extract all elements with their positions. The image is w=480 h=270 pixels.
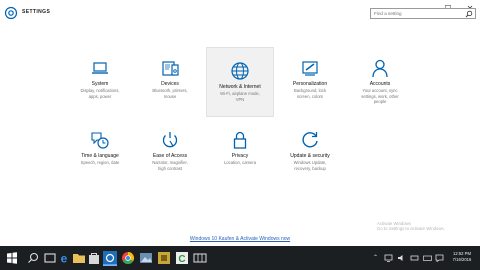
tile-update-security-label: Update & security: [290, 153, 330, 159]
tile-devices[interactable]: Devices Bluetooth, printers, mouse: [138, 58, 202, 128]
globe-icon: [231, 62, 249, 80]
devices-icon: [162, 61, 179, 76]
search-input[interactable]: Find a setting: [370, 8, 476, 19]
tile-devices-desc: Bluetooth, printers, mouse: [152, 88, 188, 99]
tile-ease-of-access[interactable]: Ease of Access Narrator, magnifier, high…: [138, 130, 202, 200]
battery-tray-icon[interactable]: [410, 254, 419, 262]
app-icon-photos[interactable]: [138, 250, 154, 266]
app-icon-green[interactable]: C: [174, 250, 190, 266]
clock-date: 7/16/2016: [452, 257, 472, 262]
svg-text:e: e: [61, 252, 68, 266]
search-icon[interactable]: [465, 10, 473, 18]
volume-tray-icon[interactable]: [397, 254, 406, 262]
tile-privacy-desc: Location, camera: [223, 160, 257, 165]
edge-icon[interactable]: e: [56, 250, 72, 266]
laptop-icon: [92, 62, 108, 74]
tile-personalization-desc: Background, lock screen, colors: [293, 88, 327, 99]
start-button[interactable]: [4, 250, 20, 266]
tile-network-desc: Wi-Fi, airplane mode, VPN: [220, 91, 260, 102]
activation-watermark: Activate Windows Go to Settings to activ…: [377, 221, 457, 232]
tile-update-security-desc: Windows Update, recovery, backup: [293, 160, 327, 171]
app-icon-film[interactable]: [192, 250, 208, 266]
search-placeholder: Find a setting: [374, 11, 402, 16]
tile-ease-of-access-label: Ease of Access: [152, 153, 188, 159]
tile-accounts[interactable]: Accounts Your account, sync settings, wo…: [348, 58, 412, 128]
search-taskbar-icon[interactable]: [25, 250, 41, 266]
tile-devices-label: Devices: [161, 81, 179, 87]
action-center-icon[interactable]: [435, 254, 444, 262]
lock-icon: [233, 131, 247, 149]
window-title: SETTINGS: [22, 9, 51, 15]
app-icon-yellow[interactable]: [156, 250, 172, 266]
person-icon: [372, 59, 388, 78]
file-explorer-icon[interactable]: [71, 250, 87, 266]
tile-personalization[interactable]: Personalization Background, lock screen,…: [278, 58, 342, 128]
paintbrush-icon: [302, 61, 318, 76]
refresh-icon: [302, 132, 318, 148]
chevron-up-icon[interactable]: ⌃: [373, 254, 378, 262]
tile-time-language[interactable]: Time & language Speech, region, date: [68, 130, 132, 200]
keyboard-tray-icon[interactable]: [423, 254, 432, 262]
tile-network[interactable]: Network & Internet Wi-Fi, airplane mode,…: [206, 47, 274, 117]
tile-privacy[interactable]: Privacy Location, camera: [208, 130, 272, 200]
store-icon[interactable]: [86, 250, 102, 266]
time-language-icon: [91, 132, 109, 149]
svg-text:C: C: [178, 254, 185, 265]
tile-privacy-label: Privacy: [231, 153, 249, 159]
tile-personalization-label: Personalization: [292, 81, 328, 87]
watermark-line2: Go to Settings to activate Windows.: [377, 226, 445, 232]
settings-window: SETTINGS — ☐ ✕ Find a setting System Dis…: [0, 0, 480, 246]
settings-taskbar-icon[interactable]: [102, 250, 118, 266]
tile-system[interactable]: System Display, notifications, apps, pow…: [68, 58, 132, 128]
settings-gear-icon: [4, 6, 18, 20]
tile-network-label: Network & Internet: [219, 84, 261, 90]
network-tray-icon[interactable]: [384, 254, 393, 262]
tile-accounts-desc: Your account, sync settings, work, other…: [361, 88, 399, 105]
tile-accounts-label: Accounts: [369, 81, 391, 87]
activate-windows-link[interactable]: Windows 10 Kaufen & Activate Windows now: [0, 236, 480, 242]
chrome-icon[interactable]: [120, 250, 136, 266]
ease-of-access-icon: [162, 132, 178, 148]
tile-ease-of-access-desc: Narrator, magnifier, high contrast: [152, 160, 188, 171]
tile-time-language-desc: Speech, region, date: [80, 160, 120, 165]
tile-system-desc: Display, notifications, apps, power: [80, 88, 120, 99]
tile-time-language-label: Time & language: [81, 153, 119, 159]
tile-system-label: System: [91, 81, 109, 87]
taskbar: e C ⌃ 12:52 PM 7/16/2016: [0, 246, 480, 270]
taskbar-clock[interactable]: 12:52 PM 7/16/2016: [445, 251, 479, 263]
tile-update-security[interactable]: Update & security Windows Update, recove…: [278, 130, 342, 200]
